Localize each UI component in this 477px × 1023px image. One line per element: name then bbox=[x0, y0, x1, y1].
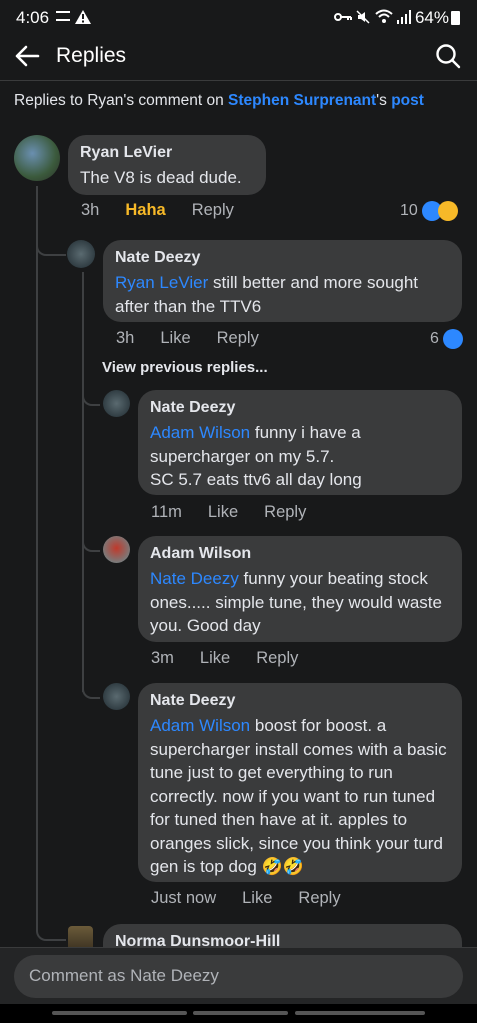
reply-button[interactable]: Reply bbox=[298, 889, 340, 907]
comment-input-placeholder: Comment as Nate Deezy bbox=[29, 966, 219, 985]
comment-author[interactable]: Nate Deezy bbox=[150, 399, 450, 417]
comment-text: The V8 is dead dude. bbox=[80, 168, 242, 187]
comment-author[interactable]: Nate Deezy bbox=[150, 692, 450, 710]
thread-line-main bbox=[36, 186, 38, 926]
thread-connector-3 bbox=[82, 390, 100, 406]
context-author-link[interactable]: Stephen Surprenant bbox=[228, 92, 376, 109]
comment-input[interactable]: Comment as Nate Deezy bbox=[14, 955, 463, 998]
signal-icon bbox=[397, 10, 411, 24]
key-icon bbox=[334, 13, 352, 21]
reply-button[interactable]: Reply bbox=[264, 503, 306, 521]
comment-bubble[interactable]: Ryan LeVier The V8 is dead dude. bbox=[68, 135, 266, 195]
comment-actions: Just now Like Reply bbox=[151, 889, 367, 908]
mention-link[interactable]: Adam Wilson bbox=[150, 716, 250, 735]
haha-reaction-button[interactable]: Haha bbox=[125, 201, 165, 219]
reaction-count: 6 bbox=[430, 330, 439, 348]
comment-author[interactable]: Nate Deezy bbox=[115, 249, 450, 267]
comment-actions: 3m Like Reply bbox=[151, 649, 324, 668]
like-icon bbox=[443, 329, 464, 349]
avatar[interactable] bbox=[103, 683, 130, 710]
comment-text: Adam Wilson boost for boost. a superchar… bbox=[150, 714, 450, 879]
thread-connector-5 bbox=[82, 683, 100, 699]
comment-text: Nate Deezy funny your beating stock ones… bbox=[150, 567, 450, 638]
notification-icon bbox=[56, 11, 70, 21]
mention-link[interactable]: Ryan LeVier bbox=[115, 273, 208, 292]
replies-context: Replies to Ryan's comment on Stephen Sur… bbox=[14, 92, 424, 110]
comment-author[interactable]: Adam Wilson bbox=[150, 545, 450, 563]
avatar[interactable] bbox=[68, 926, 93, 947]
reaction-summary[interactable]: 6 bbox=[430, 329, 464, 349]
nav-home-button[interactable] bbox=[193, 1011, 288, 1015]
app-header: Replies bbox=[0, 36, 477, 81]
comment-author[interactable]: Norma Dunsmoor-Hill bbox=[115, 933, 450, 947]
context-post-link[interactable]: post bbox=[391, 92, 424, 109]
comment-clip: Norma Dunsmoor-Hill bbox=[0, 920, 477, 947]
avatar[interactable] bbox=[103, 536, 130, 563]
reaction-summary[interactable]: 10 bbox=[400, 201, 459, 221]
wifi-icon bbox=[375, 9, 393, 23]
comment-bubble[interactable]: Nate Deezy Adam Wilson funny i have a su… bbox=[138, 390, 462, 495]
comment-actions: 11m Like Reply bbox=[151, 503, 332, 522]
reply-button[interactable]: Reply bbox=[192, 201, 234, 219]
nav-back-button[interactable] bbox=[295, 1011, 425, 1015]
status-time: 4:06 bbox=[16, 8, 50, 27]
comment-body: boost for boost. a supercharger install … bbox=[150, 716, 447, 876]
comment-actions: 3h Like Reply bbox=[116, 329, 285, 348]
comment-text: Adam Wilson funny i have a supercharger … bbox=[150, 421, 450, 492]
comment-bubble[interactable]: Norma Dunsmoor-Hill bbox=[103, 924, 462, 947]
comment-time: 3m bbox=[151, 649, 174, 667]
like-button[interactable]: Like bbox=[208, 503, 238, 521]
warning-icon bbox=[75, 10, 91, 24]
comment-time: Just now bbox=[151, 889, 217, 907]
reaction-count: 10 bbox=[400, 202, 418, 220]
avatar[interactable] bbox=[14, 135, 60, 181]
page-title: Replies bbox=[56, 44, 127, 67]
thread-line-nested bbox=[82, 272, 84, 692]
haha-icon bbox=[438, 201, 459, 221]
reply-button[interactable]: Reply bbox=[217, 329, 259, 347]
reply-button[interactable]: Reply bbox=[256, 649, 298, 667]
nav-recent-button[interactable] bbox=[52, 1011, 187, 1015]
search-icon[interactable] bbox=[435, 43, 461, 69]
comment-actions: 3h Haha Reply bbox=[81, 201, 260, 220]
system-nav-bar bbox=[0, 1004, 477, 1023]
back-arrow-icon[interactable] bbox=[14, 44, 40, 68]
mention-link[interactable]: Nate Deezy bbox=[150, 569, 239, 588]
thread-connector-1 bbox=[36, 240, 66, 256]
comment-bubble[interactable]: Nate Deezy Ryan LeVier still better and … bbox=[103, 240, 462, 322]
like-button[interactable]: Like bbox=[200, 649, 230, 667]
comment-time: 11m bbox=[151, 503, 182, 521]
context-prefix: Replies to Ryan's comment on bbox=[14, 92, 229, 109]
avatar[interactable] bbox=[67, 240, 95, 268]
view-previous-replies-link[interactable]: View previous replies... bbox=[102, 359, 268, 376]
like-button[interactable]: Like bbox=[160, 329, 190, 347]
thread-connector-4 bbox=[82, 536, 100, 552]
comment-bubble[interactable]: Nate Deezy Adam Wilson boost for boost. … bbox=[138, 683, 462, 882]
comment-text: Ryan LeVier still better and more sought… bbox=[115, 271, 450, 318]
mention-link[interactable]: Adam Wilson bbox=[150, 423, 250, 442]
status-bar: 4:06 64% bbox=[0, 0, 477, 36]
comment-time: 3h bbox=[81, 201, 100, 219]
battery-icon bbox=[451, 11, 460, 25]
comment-bubble[interactable]: Adam Wilson Nate Deezy funny your beatin… bbox=[138, 536, 462, 642]
battery-percent: 64% bbox=[414, 8, 449, 27]
context-possessive: 's bbox=[376, 92, 392, 109]
mute-icon bbox=[356, 10, 370, 24]
comment-author[interactable]: Ryan LeVier bbox=[80, 144, 254, 162]
avatar[interactable] bbox=[103, 390, 130, 417]
like-button[interactable]: Like bbox=[242, 889, 272, 907]
comment-time: 3h bbox=[116, 329, 135, 347]
